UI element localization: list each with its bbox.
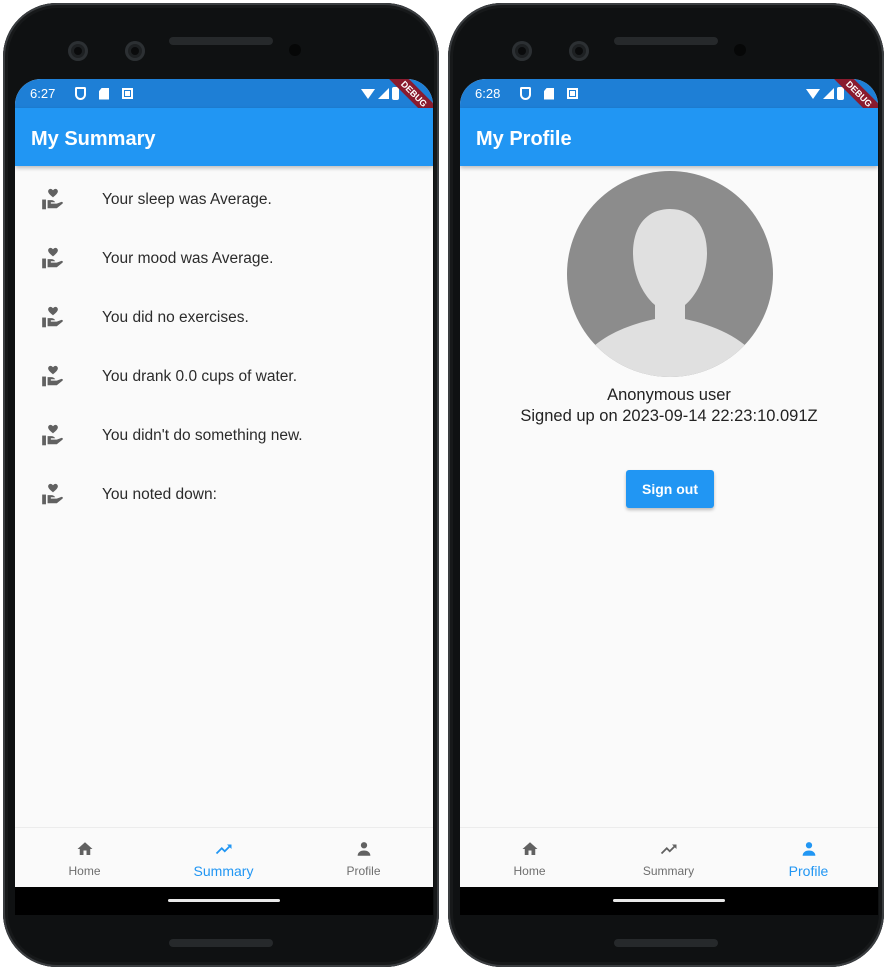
proximity-sensor — [734, 44, 746, 56]
nav-label: Profile — [788, 863, 829, 879]
person-icon — [802, 842, 815, 856]
list-item: You noted down: — [15, 470, 433, 529]
volunteer-activism-icon — [42, 483, 63, 505]
summary-text: You noted down: — [102, 486, 217, 503]
sim-card-icon — [99, 87, 109, 100]
user-name: Anonymous user — [607, 386, 731, 404]
page-title: My Profile — [476, 128, 572, 150]
signup-date: Signed up on 2023-09-14 22:23:10.091Z — [520, 407, 818, 425]
volunteer-activism-icon — [42, 188, 63, 210]
list-item: Your mood was Average. — [15, 234, 433, 293]
bottom-speaker — [614, 939, 718, 947]
notification-icon — [567, 88, 578, 99]
status-bar: 6:28 DEBUG — [460, 79, 878, 131]
gesture-area — [15, 887, 433, 915]
app-bar: My Summary — [15, 108, 433, 166]
summary-text: Your mood was Average. — [102, 250, 274, 267]
bottom-speaker — [169, 939, 273, 947]
home-icon — [522, 842, 537, 855]
nav-item-home[interactable]: Home — [460, 828, 599, 887]
profile-screen: 6:28 DEBUG My Profile Anonymous user Sig… — [460, 79, 878, 887]
volunteer-activism-icon — [42, 365, 63, 387]
signal-icon — [378, 88, 389, 99]
person-icon — [357, 842, 370, 856]
nav-item-home[interactable]: Home — [15, 828, 154, 887]
earpiece-speaker — [169, 37, 273, 45]
volunteer-activism-icon — [42, 424, 63, 446]
nav-label: Summary — [642, 864, 695, 878]
summary-text: You didn't do something new. — [102, 427, 303, 444]
wifi-icon — [361, 88, 375, 99]
home-icon — [77, 842, 92, 855]
nav-label: Summary — [193, 863, 254, 879]
nav-label: Home — [68, 864, 101, 878]
proximity-sensor — [289, 44, 301, 56]
front-camera — [125, 41, 145, 61]
nav-item-profile[interactable]: Profile — [739, 828, 878, 887]
battery-icon — [392, 87, 399, 100]
summary-text: Your sleep was Average. — [102, 191, 272, 208]
volunteer-activism-icon — [42, 306, 63, 328]
bottom-navigation: Home Summary Profile — [15, 827, 433, 887]
battery-icon — [837, 87, 844, 100]
bottom-navigation: Home Summary Profile — [460, 827, 878, 887]
list-item: Your sleep was Average. — [15, 175, 433, 234]
wifi-icon — [806, 88, 820, 99]
nav-label: Profile — [346, 864, 381, 878]
home-gesture-bar[interactable] — [168, 899, 280, 902]
nav-item-summary[interactable]: Summary — [154, 828, 293, 887]
phone-frame-profile: 6:28 DEBUG My Profile Anonymous user Sig… — [448, 3, 884, 967]
front-camera — [569, 41, 589, 61]
gesture-area — [460, 887, 878, 915]
notification-icon — [122, 88, 133, 99]
page-title: My Summary — [31, 128, 156, 150]
front-camera — [68, 41, 88, 61]
summary-text: You did no exercises. — [102, 309, 249, 326]
nav-label: Home — [513, 864, 546, 878]
phone-frame-summary: 6:27 DEBUG My Summary Your sleep was Ave… — [3, 3, 439, 967]
trending-up-icon — [215, 844, 231, 855]
summary-screen: 6:27 DEBUG My Summary Your sleep was Ave… — [15, 79, 433, 887]
volunteer-activism-icon — [42, 247, 63, 269]
list-item: You didn't do something new. — [15, 411, 433, 470]
signal-icon — [823, 88, 834, 99]
trending-up-icon — [660, 844, 676, 855]
summary-list: Your sleep was Average. Your mood was Av… — [15, 175, 433, 529]
list-item: You drank 0.0 cups of water. — [15, 352, 433, 411]
shield-icon — [75, 87, 86, 100]
shield-icon — [520, 87, 531, 100]
app-bar: My Profile — [460, 108, 878, 166]
status-time: 6:28 — [475, 86, 501, 101]
nav-item-profile[interactable]: Profile — [294, 828, 433, 887]
sim-card-icon — [544, 87, 554, 100]
sign-out-button[interactable]: Sign out — [626, 470, 714, 508]
default-avatar-icon — [580, 209, 760, 377]
earpiece-speaker — [614, 37, 718, 45]
nav-item-summary[interactable]: Summary — [599, 828, 738, 887]
summary-text: You drank 0.0 cups of water. — [102, 368, 298, 385]
front-camera — [512, 41, 532, 61]
status-bar: 6:27 DEBUG — [15, 79, 433, 131]
list-item: You did no exercises. — [15, 293, 433, 352]
status-time: 6:27 — [30, 86, 56, 101]
avatar — [567, 171, 773, 377]
home-gesture-bar[interactable] — [613, 899, 725, 902]
